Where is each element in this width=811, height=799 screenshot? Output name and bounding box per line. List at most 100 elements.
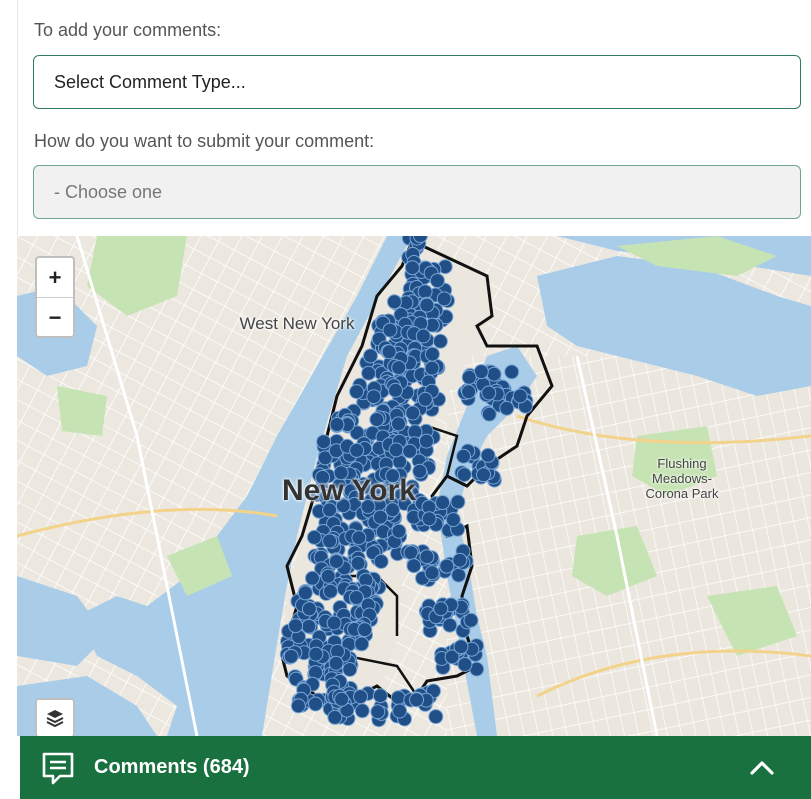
comment-marker[interactable]: [504, 364, 520, 380]
comment-marker[interactable]: [404, 260, 420, 276]
comment-marker[interactable]: [388, 382, 403, 398]
comment-marker[interactable]: [481, 406, 497, 422]
comment-type-select[interactable]: Select Comment Type...: [33, 55, 801, 109]
comment-marker[interactable]: [304, 570, 320, 586]
comment-marker[interactable]: [342, 662, 358, 677]
comment-marker[interactable]: [481, 385, 497, 401]
comment-marker[interactable]: [424, 360, 440, 376]
comment-marker[interactable]: [361, 365, 377, 381]
comment-marker[interactable]: [323, 583, 338, 599]
zoom-control: + −: [35, 256, 75, 338]
chevron-up-icon[interactable]: [749, 755, 775, 781]
comment-marker[interactable]: [354, 636, 370, 652]
comment-marker[interactable]: [461, 369, 477, 385]
comment-marker[interactable]: [327, 709, 343, 725]
comment-marker[interactable]: [391, 360, 407, 376]
comment-marker[interactable]: [392, 703, 408, 719]
comment-marker[interactable]: [439, 558, 455, 574]
comment-marker[interactable]: [435, 495, 451, 510]
comment-marker[interactable]: [334, 691, 350, 707]
comment-marker[interactable]: [349, 384, 365, 400]
submit-method-select[interactable]: - Choose one: [33, 165, 801, 219]
comment-marker[interactable]: [433, 601, 449, 617]
comment-marker[interactable]: [357, 622, 373, 638]
comment-marker[interactable]: [499, 400, 515, 416]
comment-marker[interactable]: [328, 554, 344, 569]
comment-marker[interactable]: [369, 412, 385, 427]
comment-marker[interactable]: [308, 696, 323, 712]
comment-marker[interactable]: [353, 689, 368, 705]
layers-button[interactable]: [35, 698, 75, 736]
comment-marker[interactable]: [476, 467, 491, 483]
comment-marker[interactable]: [391, 523, 407, 539]
comment-marker[interactable]: [429, 273, 445, 289]
comment-marker[interactable]: [381, 344, 397, 360]
comments-bar[interactable]: Comments (684): [20, 736, 811, 799]
submit-method-label: How do you want to submit your comment:: [34, 131, 375, 151]
comment-marker[interactable]: [328, 655, 344, 671]
comment-marker[interactable]: [451, 567, 467, 583]
comment-marker[interactable]: [419, 297, 435, 313]
comment-marker[interactable]: [417, 284, 433, 300]
comment-marker[interactable]: [402, 443, 418, 459]
comment-marker[interactable]: [351, 530, 367, 546]
zoom-out-button[interactable]: −: [37, 297, 73, 337]
comment-marker[interactable]: [456, 467, 472, 483]
comment-marker[interactable]: [450, 494, 466, 510]
comment-marker[interactable]: [322, 533, 338, 549]
comment-marker[interactable]: [350, 555, 366, 571]
comment-marker[interactable]: [354, 703, 370, 719]
comment-marker[interactable]: [424, 346, 440, 362]
comment-marker[interactable]: [386, 294, 402, 310]
comment-marker[interactable]: [290, 698, 306, 714]
comment-marker[interactable]: [442, 617, 458, 633]
comment-marker[interactable]: [452, 552, 468, 568]
comment-marker[interactable]: [373, 554, 389, 569]
comment-marker[interactable]: [388, 442, 404, 458]
comment-marker[interactable]: [326, 615, 342, 631]
zoom-in-button[interactable]: +: [37, 258, 73, 297]
comment-marker[interactable]: [405, 405, 421, 421]
comment-marker[interactable]: [288, 618, 304, 634]
comment-marker[interactable]: [415, 328, 431, 344]
comment-marker[interactable]: [419, 433, 434, 449]
comment-marker[interactable]: [417, 391, 433, 407]
comment-marker[interactable]: [301, 601, 317, 617]
comment-marker[interactable]: [390, 690, 406, 706]
comment-marker[interactable]: [308, 646, 324, 662]
comment-marker[interactable]: [349, 442, 365, 458]
comment-marker[interactable]: [301, 618, 317, 634]
comment-marker[interactable]: [456, 448, 471, 464]
comment-marker[interactable]: [428, 709, 444, 725]
comment-marker[interactable]: [372, 509, 388, 525]
comment-marker[interactable]: [316, 434, 332, 450]
comment-marker[interactable]: [297, 585, 313, 601]
comment-marker[interactable]: [453, 639, 469, 655]
comment-marker[interactable]: [461, 384, 477, 400]
comment-marker[interactable]: [329, 417, 345, 432]
comment-marker[interactable]: [445, 512, 461, 528]
comment-marker[interactable]: [480, 447, 496, 463]
comment-marker[interactable]: [366, 389, 382, 405]
comment-marker[interactable]: [320, 568, 336, 584]
comment-marker[interactable]: [463, 612, 479, 628]
map-view[interactable]: West New York New York Flushing Meadows-…: [17, 236, 811, 736]
comment-marker[interactable]: [372, 688, 388, 704]
comment-marker[interactable]: [424, 565, 440, 581]
comment-marker[interactable]: [436, 291, 452, 307]
comment-marker[interactable]: [419, 549, 435, 565]
comment-marker[interactable]: [409, 692, 424, 708]
comment-marker[interactable]: [432, 333, 448, 349]
comment-marker[interactable]: [512, 388, 528, 404]
comment-marker[interactable]: [421, 511, 437, 527]
comment-marker[interactable]: [486, 366, 502, 382]
comment-marker[interactable]: [306, 529, 322, 545]
comment-marker[interactable]: [370, 704, 386, 720]
comment-marker[interactable]: [363, 348, 378, 364]
comment-marker[interactable]: [406, 558, 422, 574]
comment-marker[interactable]: [457, 657, 473, 672]
comment-marker[interactable]: [283, 648, 299, 664]
comment-marker[interactable]: [391, 416, 406, 432]
map-label-flushing: Flushing Meadows-Corona Park: [645, 456, 719, 501]
map-label-west-new-york: West New York: [239, 314, 355, 333]
